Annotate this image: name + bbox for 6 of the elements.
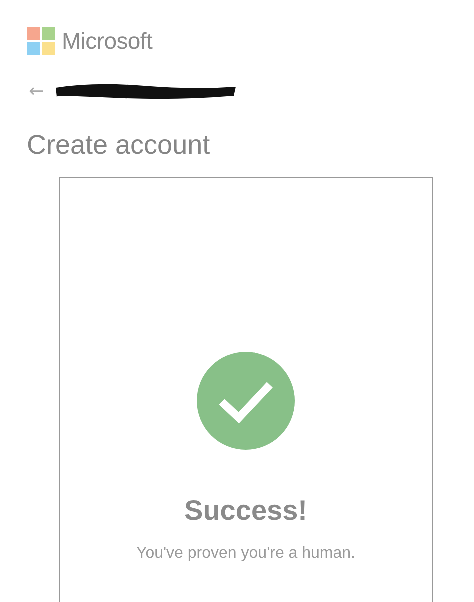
page-title: Create account [27, 130, 212, 161]
logo-icon [27, 27, 55, 55]
result-message: You've proven you're a human. [136, 545, 356, 563]
brand-name: Microsoft [62, 28, 153, 54]
result-title: Success! [184, 495, 308, 527]
back-button[interactable]: ← [27, 80, 46, 102]
